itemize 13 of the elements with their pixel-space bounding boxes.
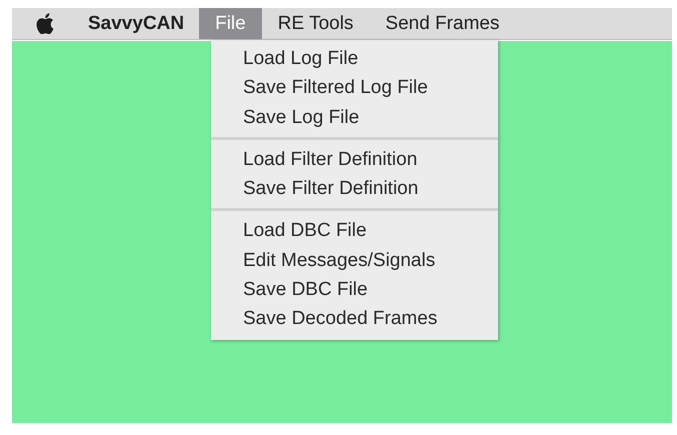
menu-item[interactable]: Save DBC File xyxy=(211,275,498,304)
menu-item[interactable]: Save Filter Definition xyxy=(211,174,498,204)
menu-item[interactable]: Load Log File xyxy=(211,44,498,74)
menu-item[interactable]: Save Filtered Log File xyxy=(211,73,498,103)
app-name-menu[interactable]: SavvyCAN xyxy=(84,8,200,39)
menu-item[interactable]: Save Decoded Frames xyxy=(211,304,498,334)
menu-item[interactable]: Save Log File xyxy=(211,102,498,132)
menu-bar-item[interactable]: Send Frames xyxy=(369,8,516,39)
menu-bar-item[interactable]: RE Tools xyxy=(262,8,370,39)
menu-item[interactable]: Edit Messages/Signals xyxy=(211,246,498,276)
menu-item[interactable]: Load Filter Definition xyxy=(211,144,498,174)
menu-item[interactable]: Load DBC File xyxy=(211,216,498,246)
apple-logo-icon[interactable] xyxy=(36,13,54,34)
